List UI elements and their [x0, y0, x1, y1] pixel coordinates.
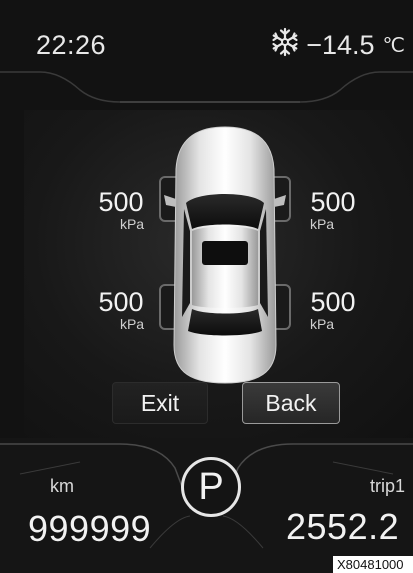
- front-right-pressure-unit: kPa: [309, 216, 335, 232]
- trip-value: 2552.2: [286, 506, 400, 547]
- rear-right-pressure-unit: kPa: [309, 316, 335, 332]
- odometer-value: 999999: [28, 508, 152, 549]
- clock-time: 22:26: [36, 30, 107, 60]
- instrument-cluster-screen: 22:26 −14.5 ℃ 500 kPa 500 kPa 500 kPa 50…: [0, 0, 413, 573]
- front-right-pressure-value: 500: [310, 187, 356, 217]
- back-button[interactable]: Back: [242, 382, 340, 424]
- front-right-tire-pressure: 500 kPa: [298, 188, 368, 231]
- front-left-tire-pressure: 500 kPa: [86, 188, 156, 231]
- gear-indicator: P: [181, 457, 241, 517]
- temperature-unit: ℃: [382, 34, 405, 57]
- rear-left-pressure-value: 500: [98, 287, 144, 317]
- snowflake-icon: [270, 27, 300, 64]
- front-left-pressure-value: 500: [98, 187, 144, 217]
- front-left-pressure-unit: kPa: [119, 216, 145, 232]
- rear-left-tire-pressure: 500 kPa: [86, 288, 156, 331]
- trip-label: trip1: [369, 476, 405, 496]
- top-divider: [0, 71, 413, 103]
- exit-button[interactable]: Exit: [112, 382, 208, 424]
- odometer-label: km: [50, 476, 74, 496]
- rear-right-tire-pressure: 500 kPa: [298, 288, 368, 331]
- outside-temperature: −14.5 ℃: [270, 27, 405, 64]
- temperature-value: −14.5: [306, 29, 375, 60]
- reference-code: X80481000: [333, 556, 413, 573]
- car-top-view-icon: [159, 126, 291, 384]
- rear-right-pressure-value: 500: [310, 287, 356, 317]
- rear-left-pressure-unit: kPa: [119, 316, 145, 332]
